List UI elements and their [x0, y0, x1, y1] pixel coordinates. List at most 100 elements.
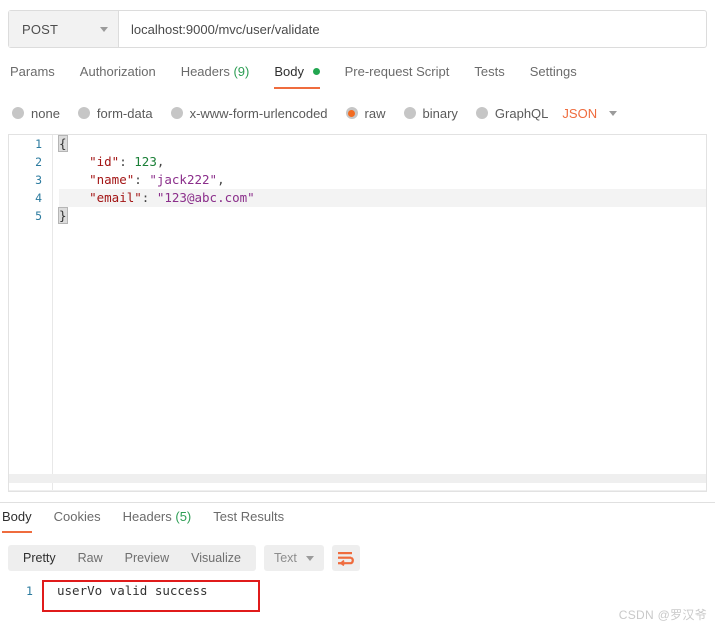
body-type-binary[interactable]: binary [403, 105, 458, 121]
body-type-graphql-label: GraphQL [494, 105, 549, 121]
body-type-raw[interactable]: raw [345, 106, 386, 121]
code-line-5: } [58, 207, 706, 225]
request-url-value: localhost:9000/mvc/user/validate [131, 21, 320, 37]
tab-headers-count: (9) [233, 64, 250, 79]
line-number: 1 [35, 137, 42, 151]
response-tab-body-label: Body [2, 509, 32, 524]
json-colon: : [134, 172, 150, 187]
radio-icon [403, 107, 416, 119]
response-format-pretty[interactable]: Pretty [12, 545, 67, 571]
request-url-bar: POST localhost:9000/mvc/user/validate [8, 10, 707, 48]
tab-headers[interactable]: Headers (9) [181, 60, 250, 89]
tab-headers-label: Headers [180, 64, 230, 79]
body-type-x-www-form-urlencoded[interactable]: x-www-form-urlencoded [170, 105, 328, 121]
request-body-editor[interactable]: 1 2 3 4 5 { "id": 123, "name": "jack222"… [8, 134, 707, 492]
line-number: 3 [35, 173, 42, 187]
radio-icon [475, 107, 488, 119]
response-format-raw[interactable]: Raw [67, 545, 114, 571]
response-format-visualize-label: Visualize [191, 551, 241, 565]
http-method-select[interactable]: POST [9, 11, 119, 47]
body-type-graphql[interactable]: GraphQL [475, 105, 549, 121]
response-tab-cookies[interactable]: Cookies [54, 506, 101, 533]
tab-settings-label: Settings [529, 64, 577, 79]
body-format-select[interactable]: JSON [562, 105, 618, 121]
body-type-x-www-form-urlencoded-label: x-www-form-urlencoded [189, 105, 328, 121]
response-content-type-label: Text [273, 551, 297, 565]
code-line-4: "email": "123@abc.com" [59, 189, 706, 207]
tab-authorization-label: Authorization [79, 64, 156, 79]
tab-tests[interactable]: Tests [474, 60, 504, 89]
green-dot-icon [312, 68, 320, 75]
json-colon: : [119, 154, 135, 169]
editor-scroll-shade-bottom [9, 490, 706, 491]
chevron-down-icon [609, 110, 618, 116]
http-method-label: POST [22, 21, 59, 37]
body-format-label: JSON [562, 105, 598, 121]
tab-authorization[interactable]: Authorization [80, 60, 156, 89]
open-brace: { [58, 135, 68, 152]
response-format-preview[interactable]: Preview [114, 545, 180, 571]
body-type-radio-group: none form-data x-www-form-urlencoded raw… [0, 101, 715, 125]
line-number: 5 [35, 209, 42, 223]
body-type-binary-label: binary [422, 105, 458, 121]
json-string-value: "123@abc.com" [156, 190, 255, 205]
response-format-raw-label: Raw [77, 551, 103, 565]
response-format-visualize[interactable]: Visualize [180, 545, 252, 571]
tab-tests-label: Tests [474, 64, 505, 79]
response-format-group: Pretty Raw Preview Visualize [8, 545, 256, 571]
body-type-form-data[interactable]: form-data [77, 105, 153, 121]
chevron-down-icon [100, 26, 108, 32]
response-tab-headers[interactable]: Headers (5) [123, 506, 192, 533]
response-format-preview-label: Preview [124, 551, 170, 565]
tab-params[interactable]: Params [10, 60, 55, 89]
word-wrap-icon [338, 551, 355, 566]
response-tab-body[interactable]: Body [2, 506, 32, 533]
code-line-2: "id": 123, [59, 153, 706, 171]
response-tab-test-results[interactable]: Test Results [213, 506, 284, 533]
tab-params-label: Params [10, 64, 55, 79]
response-tab-test-results-label: Test Results [213, 509, 285, 524]
response-body-viewer[interactable]: 1 userVo valid success [0, 578, 715, 618]
tab-settings[interactable]: Settings [530, 60, 577, 89]
json-colon: : [141, 190, 157, 205]
radio-icon [12, 107, 24, 119]
radio-selected-icon [345, 107, 358, 119]
chevron-down-icon [305, 555, 314, 561]
editor-code-area[interactable]: { "id": 123, "name": "jack222", "email":… [53, 135, 706, 225]
radio-icon [170, 107, 183, 119]
code-line-3: "name": "jack222", [59, 171, 706, 189]
tab-pre-request-script-label: Pre-request Script [344, 64, 450, 79]
tab-body-label: Body [274, 64, 304, 79]
line-number: 4 [35, 191, 42, 205]
json-comma: , [156, 154, 165, 169]
body-type-form-data-label: form-data [96, 105, 153, 121]
body-type-none-label: none [31, 105, 60, 121]
line-number: 2 [35, 155, 42, 169]
json-number-value: 123 [134, 154, 157, 169]
request-tab-bar: Params Authorization Headers (9) Body Pr… [0, 60, 715, 92]
radio-icon [77, 107, 90, 119]
editor-gutter: 1 2 3 4 5 [9, 135, 53, 491]
response-body-text: userVo valid success [57, 583, 208, 598]
code-line-1: { [58, 135, 706, 153]
response-tab-cookies-label: Cookies [53, 509, 101, 524]
response-line-number: 1 [26, 584, 33, 598]
watermark: CSDN @罗汉爷 [618, 608, 707, 622]
json-comma: , [217, 172, 225, 187]
json-key: "email" [89, 190, 142, 205]
tab-body[interactable]: Body [274, 60, 320, 89]
json-string-value: "jack222" [149, 172, 218, 187]
response-content-type-select[interactable]: Text [263, 545, 324, 571]
word-wrap-button[interactable] [331, 545, 360, 571]
pane-divider[interactable] [0, 502, 715, 503]
body-type-none[interactable]: none [12, 106, 60, 121]
response-tab-headers-label: Headers [122, 509, 172, 524]
editor-scroll-shade-top [9, 474, 706, 483]
editor-vertical-scrollbar[interactable] [699, 135, 706, 491]
request-url-input[interactable]: localhost:9000/mvc/user/validate [119, 11, 706, 47]
tab-pre-request-script[interactable]: Pre-request Script [345, 60, 450, 89]
close-brace: } [58, 207, 68, 224]
